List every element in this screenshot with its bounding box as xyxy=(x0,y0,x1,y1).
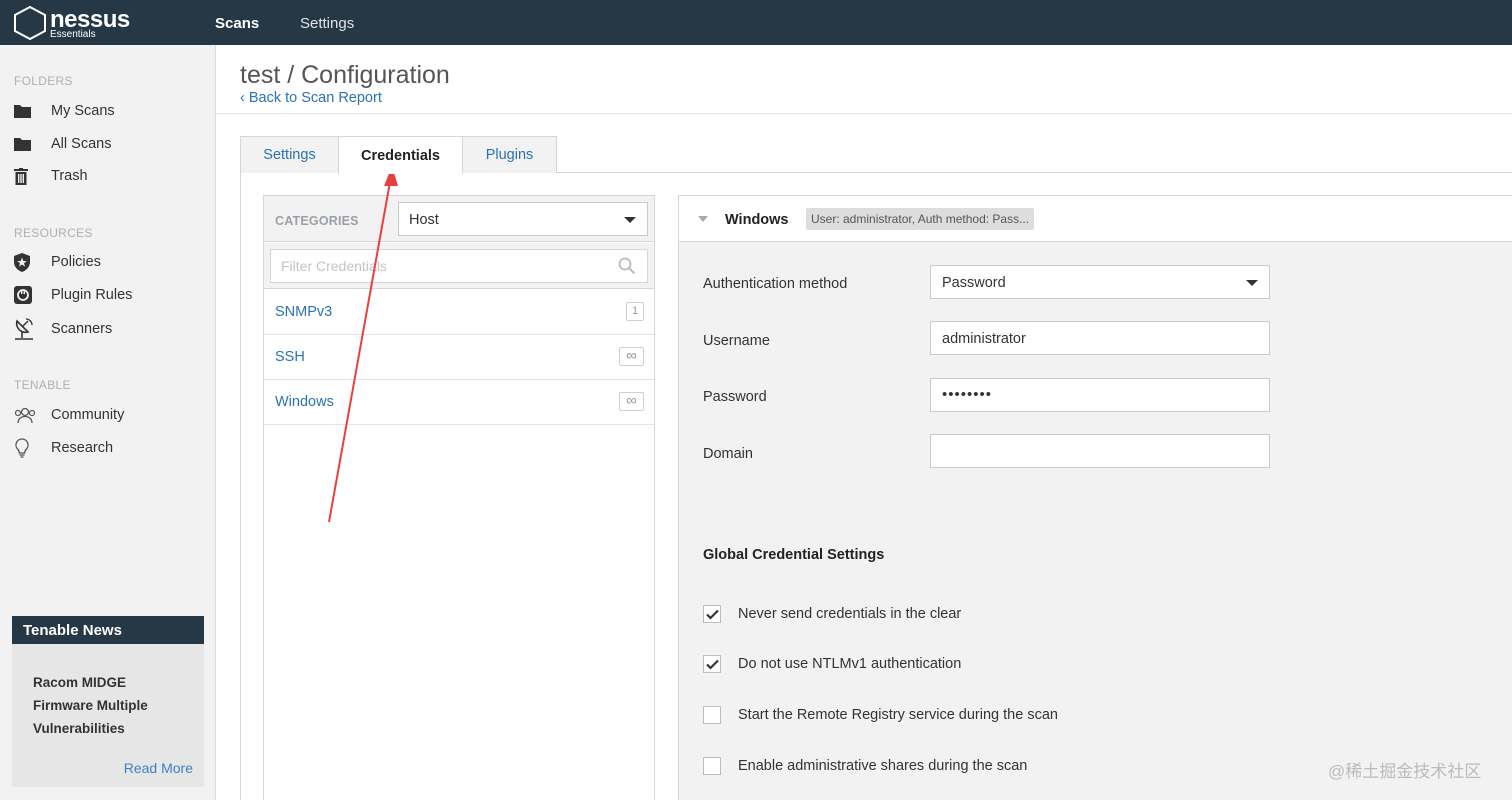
categories-header: CATEGORIES Host xyxy=(264,196,654,242)
sidebar-item-all-scans[interactable]: All Scans xyxy=(14,130,204,158)
checkbox-label: Do not use NTLMv1 authentication xyxy=(738,656,962,672)
hexagon-logo-icon xyxy=(14,6,46,40)
windows-credential-header[interactable]: Windows User: administrator, Auth method… xyxy=(679,196,1512,242)
option-start-remote-registry[interactable]: Start the Remote Registry service during… xyxy=(703,705,1058,725)
password-value: •••••••• xyxy=(942,386,993,403)
satellite-dish-icon xyxy=(14,318,38,340)
lightbulb-icon xyxy=(14,438,38,458)
sidebar-item-label: Community xyxy=(51,407,125,423)
back-to-scan-report-link[interactable]: ‹ Back to Scan Report xyxy=(240,90,382,106)
logo-subtitle: Essentials xyxy=(50,29,96,40)
auth-method-value: Password xyxy=(942,275,1006,291)
credential-categories-panel: CATEGORIES Host SNMPv3 1 SSH ∞ Windows ∞ xyxy=(263,195,655,800)
category-select[interactable]: Host xyxy=(398,202,648,236)
caret-down-icon xyxy=(1246,280,1258,286)
auth-method-label: Authentication method xyxy=(703,276,848,292)
sidebar-item-label: Scanners xyxy=(51,321,113,337)
option-no-ntlmv1[interactable]: Do not use NTLMv1 authentication xyxy=(703,654,961,674)
sidebar-item-scanners[interactable]: Scanners xyxy=(14,315,204,343)
checkbox-label: Start the Remote Registry service during… xyxy=(738,707,1058,723)
collapse-caret-icon[interactable] xyxy=(698,216,708,222)
checkbox[interactable] xyxy=(703,757,721,775)
checkbox[interactable] xyxy=(703,706,721,724)
sidebar-item-plugin-rules[interactable]: Plugin Rules xyxy=(14,281,204,309)
trash-icon xyxy=(14,166,38,186)
sidebar-item-my-scans[interactable]: My Scans xyxy=(14,97,204,125)
checkmark-icon xyxy=(705,609,719,620)
domain-input[interactable] xyxy=(930,434,1270,468)
caret-down-icon xyxy=(624,217,636,223)
watermark: @稀土掘金技术社区 xyxy=(1328,762,1482,781)
community-icon xyxy=(14,405,38,425)
username-input[interactable]: administrator xyxy=(930,321,1270,355)
password-input[interactable]: •••••••• xyxy=(930,378,1270,412)
option-never-send-clear[interactable]: Never send credentials in the clear xyxy=(703,604,961,624)
sidebar-item-research[interactable]: Research xyxy=(14,434,204,462)
checkbox[interactable] xyxy=(703,605,721,623)
sidebar-item-trash[interactable]: Trash xyxy=(14,162,204,190)
section-resources-label: RESOURCES xyxy=(14,226,93,240)
chevron-left-icon: ‹ xyxy=(240,90,249,106)
news-title: Tenable News xyxy=(12,616,204,644)
folder-icon xyxy=(14,134,38,154)
tab-plugins[interactable]: Plugins xyxy=(462,136,557,173)
credential-summary-badge: User: administrator, Auth method: Pass..… xyxy=(806,208,1035,230)
checkbox-label: Enable administrative shares during the … xyxy=(738,758,1028,774)
category-item-snmpv3[interactable]: SNMPv3 1 xyxy=(264,290,654,335)
tab-credentials[interactable]: Credentials xyxy=(338,136,463,174)
infinity-badge: ∞ xyxy=(619,347,644,366)
option-enable-admin-shares[interactable]: Enable administrative shares during the … xyxy=(703,756,1027,776)
page-title: test / Configuration xyxy=(240,61,450,89)
header-divider xyxy=(216,113,1512,114)
tab-settings[interactable]: Settings xyxy=(240,136,339,173)
sidebar: FOLDERS My Scans All Scans Trash RESOURC… xyxy=(0,45,216,800)
section-folders-label: FOLDERS xyxy=(14,74,73,88)
tenable-news-widget: Tenable News Racom MIDGE Firmware Multip… xyxy=(12,616,204,787)
category-item-windows[interactable]: Windows ∞ xyxy=(264,380,654,425)
sidebar-item-policies[interactable]: Policies xyxy=(14,248,204,276)
sidebar-item-label: Trash xyxy=(51,168,88,184)
windows-credential-panel: Windows User: administrator, Auth method… xyxy=(678,195,1512,800)
category-select-value: Host xyxy=(409,212,439,228)
shield-star-icon xyxy=(14,252,38,272)
checkmark-icon xyxy=(705,659,719,670)
credential-title: Windows xyxy=(725,212,789,228)
global-credential-settings-title: Global Credential Settings xyxy=(703,547,885,563)
sidebar-item-label: Plugin Rules xyxy=(51,287,133,303)
plugin-rules-icon xyxy=(14,285,38,305)
password-label: Password xyxy=(703,389,767,405)
category-item-ssh[interactable]: SSH ∞ xyxy=(264,335,654,380)
sidebar-item-label: Research xyxy=(51,440,114,456)
username-label: Username xyxy=(703,333,770,349)
category-item-name: Windows xyxy=(275,394,334,410)
filter-credentials-input[interactable] xyxy=(270,249,648,283)
category-count-badge: 1 xyxy=(626,302,644,321)
nessus-logo[interactable]: nessus Essentials xyxy=(14,6,134,42)
section-tenable-label: TENABLE xyxy=(14,378,71,392)
infinity-badge: ∞ xyxy=(619,392,644,411)
folder-icon xyxy=(14,101,38,121)
category-item-name: SSH xyxy=(275,349,305,365)
sidebar-item-label: All Scans xyxy=(51,136,112,152)
domain-label: Domain xyxy=(703,446,753,462)
news-read-more-link[interactable]: Read More xyxy=(124,760,193,776)
checkbox-label: Never send credentials in the clear xyxy=(738,606,962,622)
sidebar-item-label: Policies xyxy=(51,254,101,270)
nav-settings[interactable]: Settings xyxy=(300,15,354,32)
top-bar: nessus Essentials Scans Settings xyxy=(0,0,1512,45)
username-value: administrator xyxy=(942,331,1026,347)
auth-method-select[interactable]: Password xyxy=(930,265,1270,299)
sidebar-item-community[interactable]: Community xyxy=(14,401,204,429)
categories-label: CATEGORIES xyxy=(275,214,359,228)
category-item-name: SNMPv3 xyxy=(275,304,333,320)
sidebar-item-label: My Scans xyxy=(51,103,115,119)
filter-wrap xyxy=(264,243,654,289)
news-headline[interactable]: Racom MIDGE Firmware Multiple Vulnerabil… xyxy=(33,671,183,740)
back-link-label: Back to Scan Report xyxy=(248,90,382,106)
nav-scans[interactable]: Scans xyxy=(215,15,259,32)
search-icon xyxy=(618,257,636,275)
checkbox[interactable] xyxy=(703,655,721,673)
